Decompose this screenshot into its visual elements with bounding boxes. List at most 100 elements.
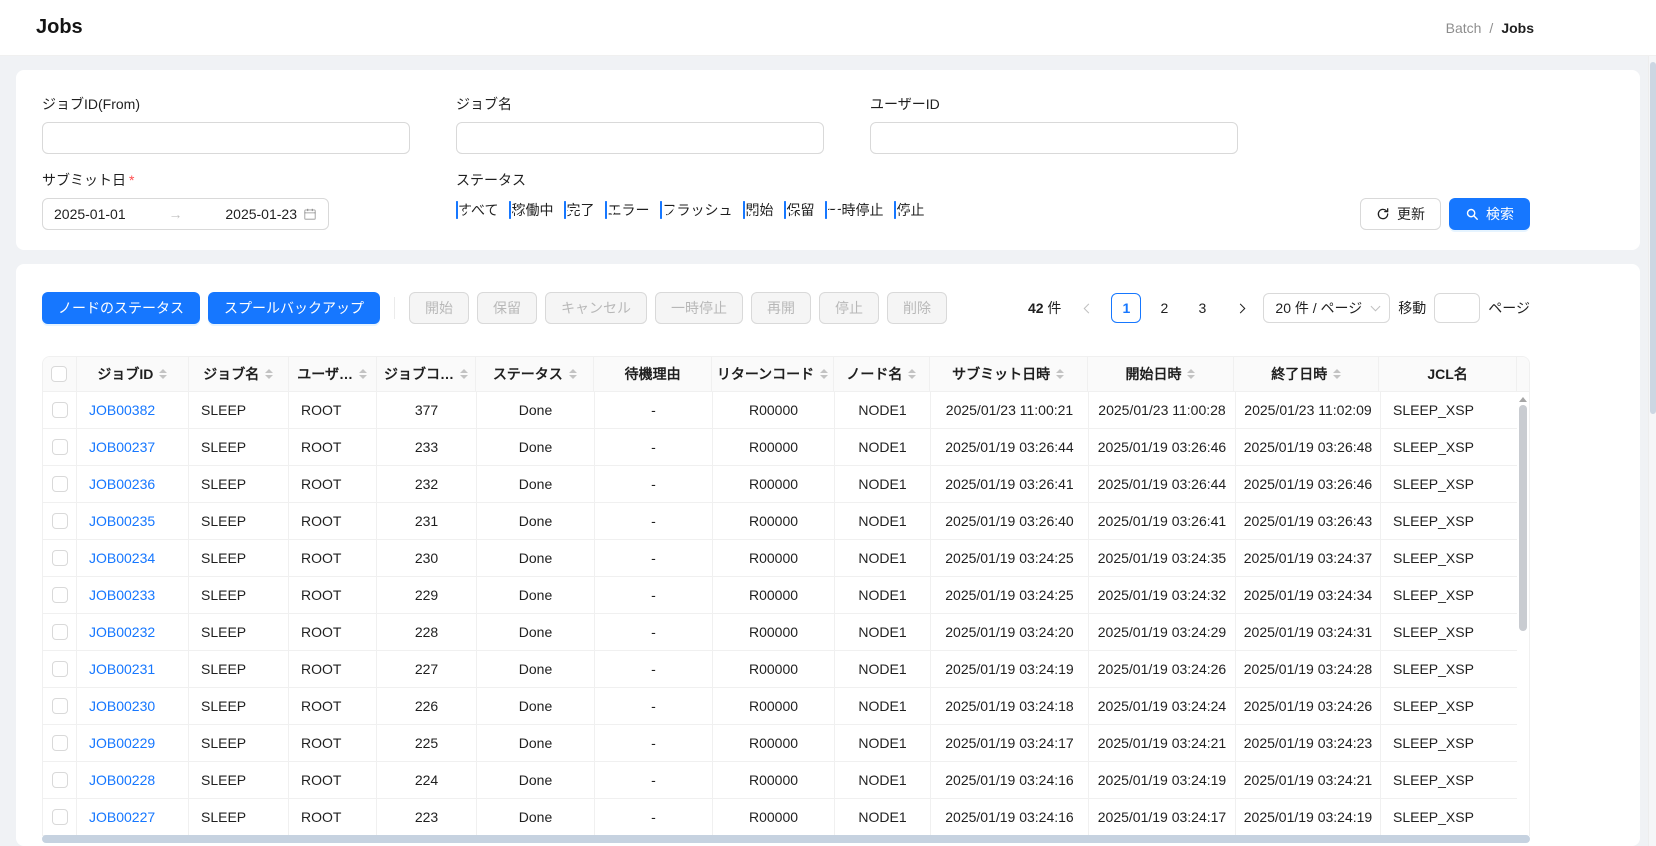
row-checkbox[interactable] <box>52 513 68 529</box>
page-size-select[interactable]: 20 件 / ページ <box>1263 293 1390 323</box>
horizontal-scrollbar-thumb[interactable] <box>42 835 1530 843</box>
submit-date-range-picker[interactable]: 2025-01-01 → 2025-01-23 <box>42 198 329 230</box>
row-checkbox[interactable] <box>52 550 68 566</box>
status-all-checkbox-item[interactable]: すべて <box>456 200 498 220</box>
submit-datetime-column-header[interactable]: サブミット日時 <box>930 357 1088 391</box>
next-page-button[interactable] <box>1225 293 1255 323</box>
job-id-from-input[interactable] <box>42 122 410 154</box>
row-checkbox[interactable] <box>52 661 68 677</box>
date-to-value[interactable]: 2025-01-23 <box>225 206 297 222</box>
caret-up-icon <box>359 369 367 373</box>
refresh-button-label: 更新 <box>1397 204 1425 224</box>
return-code-cell: R00000 <box>713 614 835 650</box>
search-button[interactable]: 検索 <box>1449 198 1530 230</box>
status-column-header[interactable]: ステータス <box>476 357 594 391</box>
pagination: 42 件 123 20 件 / ページ 移動 ページ <box>1028 293 1530 323</box>
row-checkbox[interactable] <box>52 809 68 825</box>
job-id-link[interactable]: JOB00235 <box>89 513 155 529</box>
return-code-column-header[interactable]: リターンコード <box>712 357 834 391</box>
node-name-column-header[interactable]: ノード名 <box>834 357 930 391</box>
refresh-button[interactable]: 更新 <box>1360 198 1441 230</box>
row-checkbox[interactable] <box>52 698 68 714</box>
refresh-icon <box>1376 207 1390 221</box>
job-id-link[interactable]: JOB00228 <box>89 772 155 788</box>
wait-reason-column-header: 待機理由 <box>594 357 712 391</box>
end-datetime-column-header[interactable]: 終了日時 <box>1234 357 1379 391</box>
end-datetime-cell: 2025/01/19 03:26:48 <box>1236 429 1381 465</box>
row-checkbox[interactable] <box>52 476 68 492</box>
status-running-checkbox-item[interactable]: 稼働中 <box>509 200 553 220</box>
job-id-link[interactable]: JOB00237 <box>89 439 155 455</box>
caret-down-icon <box>1187 375 1195 379</box>
total-count: 42 件 <box>1028 298 1061 318</box>
table-vertical-scrollbar[interactable] <box>1517 392 1529 836</box>
table-row: JOB00227SLEEPROOT223Done-R00000NODE12025… <box>43 799 1529 836</box>
start-datetime-cell: 2025/01/19 03:24:29 <box>1089 614 1236 650</box>
row-checkbox[interactable] <box>52 587 68 603</box>
page-jump-input[interactable] <box>1434 293 1480 323</box>
breadcrumb-batch[interactable]: Batch <box>1446 20 1482 36</box>
page-button-2[interactable]: 2 <box>1149 293 1179 323</box>
vertical-scrollbar-thumb[interactable] <box>1519 405 1527 631</box>
user-id-input[interactable] <box>870 122 1238 154</box>
submit-datetime-cell: 2025/01/19 03:24:20 <box>931 614 1089 650</box>
job-id-link[interactable]: JOB00227 <box>89 809 155 825</box>
row-checkbox[interactable] <box>52 439 68 455</box>
job-code-cell: 230 <box>377 540 477 576</box>
node-status-button[interactable]: ノードのステータス <box>42 292 200 324</box>
wait-reason-cell: - <box>595 540 713 576</box>
status-flush-checkbox-item[interactable]: フラッシュ <box>660 200 732 220</box>
start-datetime-cell: 2025/01/19 03:24:26 <box>1089 651 1236 687</box>
start-datetime-cell: 2025/01/19 03:24:24 <box>1089 688 1236 724</box>
job-id-cell: JOB00227 <box>77 799 189 835</box>
job-code-column-header[interactable]: ジョブコ… <box>377 357 477 391</box>
job-id-link[interactable]: JOB00382 <box>89 402 155 418</box>
job-name-column-header[interactable]: ジョブ名 <box>189 357 289 391</box>
job-code-cell: 377 <box>377 392 477 428</box>
date-from-value[interactable]: 2025-01-01 <box>54 206 126 222</box>
row-checkbox[interactable] <box>52 735 68 751</box>
page-scrollbar-thumb[interactable] <box>1650 62 1656 414</box>
job-id-link[interactable]: JOB00233 <box>89 587 155 603</box>
job-id-link[interactable]: JOB00231 <box>89 661 155 677</box>
row-checkbox[interactable] <box>52 624 68 640</box>
return-code-cell: R00000 <box>713 503 835 539</box>
job-id-link[interactable]: JOB00230 <box>89 698 155 714</box>
start-datetime-cell: 2025/01/19 03:24:32 <box>1089 577 1236 613</box>
status-stopped-checkbox-item[interactable]: 停止 <box>894 200 924 220</box>
job-id-link[interactable]: JOB00236 <box>89 476 155 492</box>
calendar-icon <box>303 207 317 221</box>
page-scrollbar[interactable] <box>1648 56 1656 846</box>
status-started-checkbox-item[interactable]: 開始 <box>743 200 773 220</box>
submit-datetime-cell: 2025/01/19 03:24:25 <box>931 577 1089 613</box>
page-button-3[interactable]: 3 <box>1187 293 1217 323</box>
job-name-cell: SLEEP <box>189 540 289 576</box>
job-id-link[interactable]: JOB00229 <box>89 735 155 751</box>
status-held-checkbox-item[interactable]: 保留 <box>784 200 814 220</box>
row-checkbox[interactable] <box>52 772 68 788</box>
job-name-cell: SLEEP <box>189 577 289 613</box>
user-id-column-header[interactable]: ユーザ… <box>289 357 377 391</box>
table-row: JOB00231SLEEPROOT227Done-R00000NODE12025… <box>43 651 1529 688</box>
job-code-header-label: ジョブコ… <box>384 364 454 384</box>
status-paused-checkbox-item[interactable]: 一時停止 <box>825 200 883 220</box>
status-error-checkbox-item[interactable]: エラー <box>605 200 649 220</box>
job-id-cell: JOB00233 <box>77 577 189 613</box>
status-all-checkbox[interactable] <box>456 201 458 219</box>
page-size-value: 20 件 / ページ <box>1275 298 1362 318</box>
select-all-checkbox[interactable] <box>51 366 67 382</box>
end-datetime-cell: 2025/01/19 03:26:43 <box>1236 503 1381 539</box>
job-id-link[interactable]: JOB00234 <box>89 550 155 566</box>
scroll-up-arrow-icon[interactable] <box>1519 397 1527 402</box>
job-name-input[interactable] <box>456 122 824 154</box>
spool-backup-button[interactable]: スプールバックアップ <box>208 292 380 324</box>
job-code-cell: 224 <box>377 762 477 798</box>
status-completed-checkbox-item[interactable]: 完了 <box>564 200 594 220</box>
job-id-column-header[interactable]: ジョブID <box>77 357 189 391</box>
submit-datetime-cell: 2025/01/19 03:24:16 <box>931 799 1089 835</box>
job-id-link[interactable]: JOB00232 <box>89 624 155 640</box>
row-checkbox[interactable] <box>52 402 68 418</box>
start-datetime-column-header[interactable]: 開始日時 <box>1088 357 1235 391</box>
page-button-1[interactable]: 1 <box>1111 293 1141 323</box>
start-datetime-cell: 2025/01/19 03:26:41 <box>1089 503 1236 539</box>
